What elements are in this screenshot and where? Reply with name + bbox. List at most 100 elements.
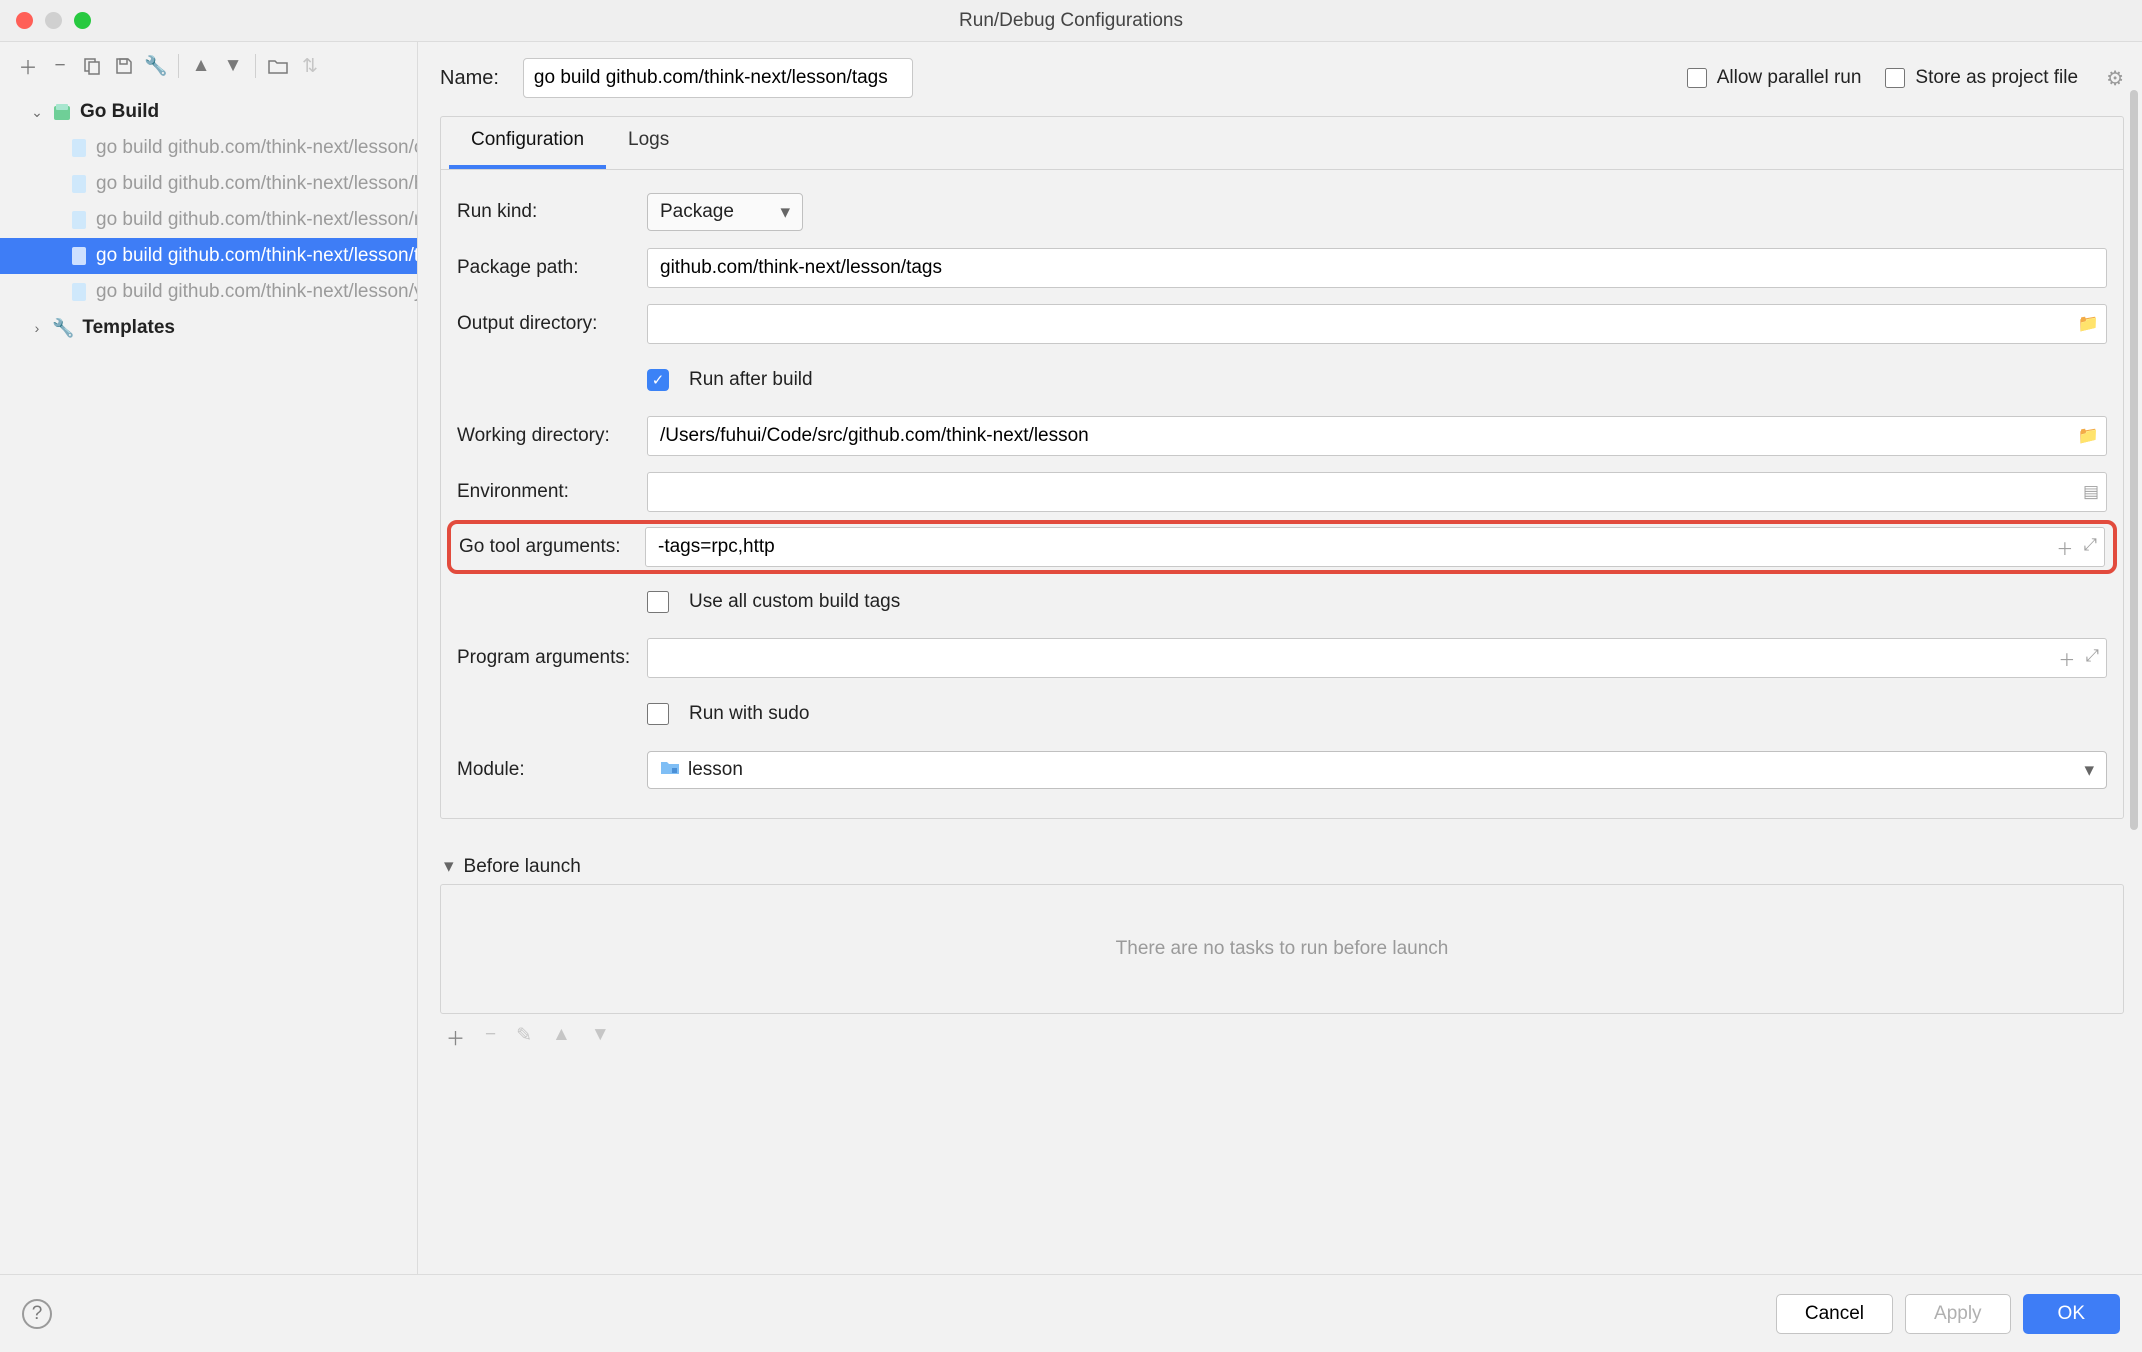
chevron-down-icon: ⌄ [28, 104, 46, 121]
before-launch-toolbar: ＋ − ✎ ▲ ▼ [440, 1014, 2124, 1061]
chevron-down-icon: ▾ [2084, 759, 2094, 782]
before-launch-header[interactable]: ▾ Before launch [440, 849, 2124, 884]
plus-icon[interactable]: ＋ [2058, 646, 2075, 671]
checkbox-label: Run after build [689, 369, 813, 391]
window-maximize-button[interactable] [74, 12, 91, 29]
before-launch-tasks-box: There are no tasks to run before launch [440, 884, 2124, 1014]
tab-logs[interactable]: Logs [606, 117, 691, 169]
run-after-build-checkbox[interactable]: ✓ [647, 369, 669, 391]
checkbox-input[interactable] [1885, 68, 1905, 88]
folder-icon[interactable]: 📁 [2078, 426, 2099, 446]
tree-group-templates[interactable]: › 🔧 Templates [0, 310, 417, 346]
checkbox-label: Store as project file [1915, 67, 2078, 89]
config-file-icon [70, 210, 88, 230]
checkbox-label: Allow parallel run [1717, 67, 1862, 89]
environment-input[interactable] [647, 472, 2107, 512]
window-minimize-button[interactable] [45, 12, 62, 29]
tree-item-selected[interactable]: go build github.com/think-next/lesson/t [0, 238, 417, 274]
tree-group-label: Go Build [80, 101, 159, 123]
tree-item-label: go build github.com/think-next/lesson/t [96, 245, 417, 267]
store-as-project-file-checkbox[interactable]: Store as project file [1885, 67, 2078, 89]
checkbox-label: Run with sudo [689, 703, 809, 725]
select-value: Package [660, 201, 734, 223]
gear-icon[interactable]: ⚙ [2106, 66, 2124, 91]
go-build-group-icon [52, 102, 72, 122]
config-file-icon [70, 174, 88, 194]
module-label: Module: [457, 759, 637, 781]
tree-item-label: go build github.com/think-next/lesson/y [96, 281, 417, 303]
move-up-icon[interactable]: ▲ [187, 52, 215, 80]
add-task-icon[interactable]: ＋ [446, 1024, 465, 1051]
sidebar: ＋ − 🔧 ▲ ▼ ⇅ ⌄ Go Build [0, 42, 418, 1274]
go-tool-args-row-highlighted: Go tool arguments: ＋ ⤢ [447, 520, 2117, 574]
separator [178, 54, 179, 78]
tree-item[interactable]: go build github.com/think-next/lesson/n [0, 202, 417, 238]
ok-button[interactable]: OK [2023, 1294, 2120, 1334]
checkbox-label: Use all custom build tags [689, 591, 900, 613]
name-label: Name: [440, 67, 499, 90]
tree-item-label: go build github.com/think-next/lesson/h [96, 173, 417, 195]
tree-group-label: Templates [82, 317, 175, 339]
tree-group-go-build[interactable]: ⌄ Go Build [0, 94, 417, 130]
run-with-sudo-checkbox[interactable] [647, 703, 669, 725]
wrench-icon[interactable]: 🔧 [142, 52, 170, 80]
config-file-icon [70, 282, 88, 302]
tree-item-label: go build github.com/think-next/lesson/c [96, 137, 417, 159]
config-file-icon [70, 246, 88, 266]
chevron-down-icon: ▾ [780, 201, 790, 224]
folder-icon[interactable]: 📁 [2078, 314, 2099, 334]
expand-icon[interactable]: ⤢ [2085, 646, 2099, 671]
config-tree: ⌄ Go Build go build github.com/think-nex… [0, 90, 417, 1274]
before-launch-empty-text: There are no tasks to run before launch [1116, 938, 1449, 960]
output-dir-input[interactable] [647, 304, 2107, 344]
remove-config-icon[interactable]: − [46, 52, 74, 80]
move-task-down-icon[interactable]: ▼ [591, 1024, 610, 1051]
use-all-custom-tags-checkbox[interactable] [647, 591, 669, 613]
working-dir-input[interactable] [647, 416, 2107, 456]
sidebar-toolbar: ＋ − 🔧 ▲ ▼ ⇅ [0, 42, 417, 90]
module-select[interactable]: lesson ▾ [647, 751, 2107, 789]
environment-label: Environment: [457, 481, 637, 503]
wrench-icon: 🔧 [52, 318, 74, 339]
list-icon[interactable]: ▤ [2083, 482, 2099, 502]
checkbox-input[interactable] [1687, 68, 1707, 88]
window-close-button[interactable] [16, 12, 33, 29]
go-tool-args-input[interactable] [645, 527, 2105, 567]
move-down-icon[interactable]: ▼ [219, 52, 247, 80]
tree-item[interactable]: go build github.com/think-next/lesson/h [0, 166, 417, 202]
chevron-down-icon: ▾ [444, 855, 454, 878]
package-path-label: Package path: [457, 257, 637, 279]
help-icon[interactable]: ? [22, 1299, 52, 1329]
tree-item[interactable]: go build github.com/think-next/lesson/y [0, 274, 417, 310]
module-folder-icon [660, 759, 680, 781]
tab-configuration[interactable]: Configuration [449, 117, 606, 169]
run-kind-label: Run kind: [457, 201, 637, 223]
expand-icon[interactable]: ⤢ [2083, 535, 2097, 560]
sort-icon[interactable]: ⇅ [296, 52, 324, 80]
package-path-input[interactable] [647, 248, 2107, 288]
allow-parallel-checkbox[interactable]: Allow parallel run [1687, 67, 1862, 89]
scrollbar[interactable] [2130, 90, 2138, 830]
run-kind-select[interactable]: Package ▾ [647, 193, 803, 231]
output-dir-label: Output directory: [457, 313, 637, 335]
plus-icon[interactable]: ＋ [2056, 535, 2073, 560]
move-task-up-icon[interactable]: ▲ [552, 1024, 571, 1051]
name-input[interactable] [523, 58, 913, 98]
program-args-label: Program arguments: [457, 647, 637, 669]
go-tool-args-label: Go tool arguments: [459, 536, 635, 558]
chevron-right-icon: › [28, 320, 46, 336]
config-file-icon [70, 138, 88, 158]
copy-config-icon[interactable] [78, 52, 106, 80]
remove-task-icon[interactable]: − [485, 1024, 496, 1051]
apply-button[interactable]: Apply [1905, 1294, 2011, 1334]
save-config-icon[interactable] [110, 52, 138, 80]
add-config-icon[interactable]: ＋ [14, 52, 42, 80]
folder-move-icon[interactable] [264, 52, 292, 80]
cancel-button[interactable]: Cancel [1776, 1294, 1893, 1334]
working-dir-label: Working directory: [457, 425, 637, 447]
program-args-input[interactable] [647, 638, 2107, 678]
edit-task-icon[interactable]: ✎ [516, 1024, 532, 1051]
tabs: Configuration Logs [441, 117, 2123, 170]
tree-item[interactable]: go build github.com/think-next/lesson/c [0, 130, 417, 166]
before-launch-title: Before launch [464, 856, 581, 878]
